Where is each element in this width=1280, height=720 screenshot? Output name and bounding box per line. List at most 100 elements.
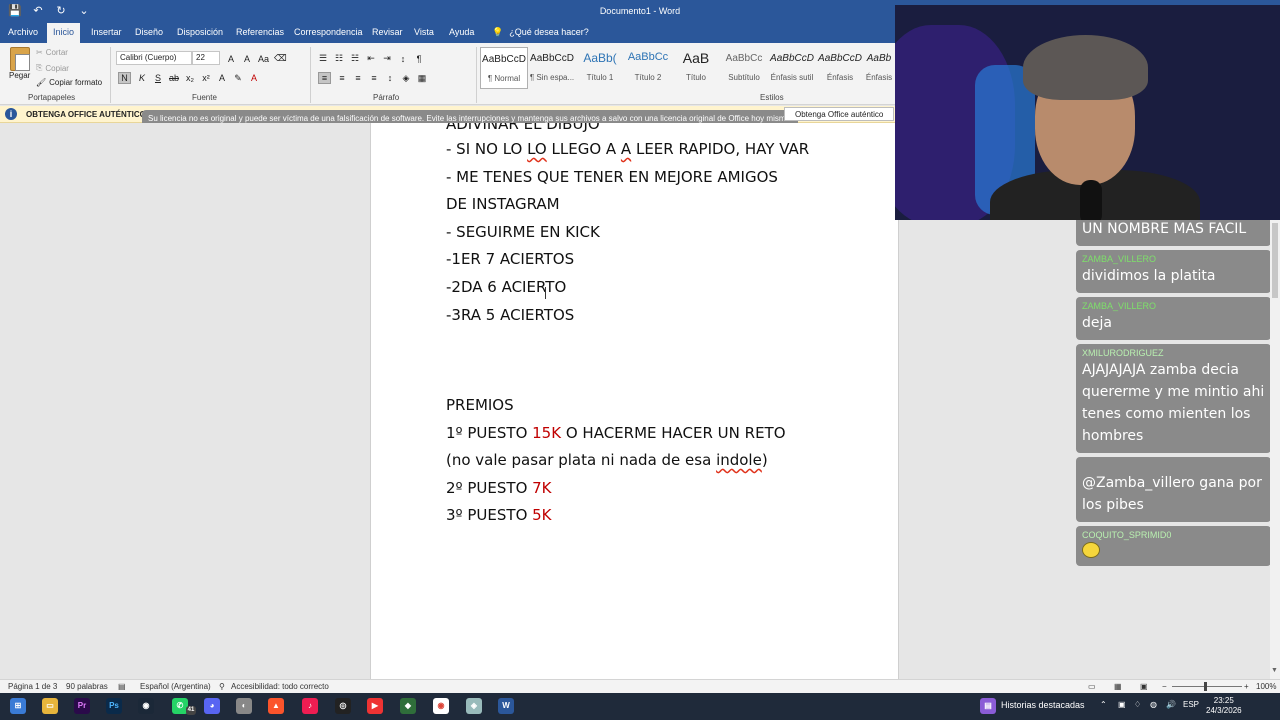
- discord-icon[interactable]: ◕: [204, 698, 220, 714]
- brave-icon[interactable]: ▲: [268, 698, 284, 714]
- shading-icon[interactable]: ◈: [401, 73, 411, 84]
- tab-referencias[interactable]: Referencias: [236, 27, 284, 37]
- zoom-slider-thumb[interactable]: [1204, 682, 1207, 691]
- tray-chevron-icon[interactable]: ⌃: [1100, 700, 1107, 709]
- system-clock[interactable]: 23:25 24/3/2026: [1206, 696, 1242, 716]
- font-color-icon[interactable]: A: [249, 73, 259, 83]
- chrome-icon[interactable]: ◉: [433, 698, 449, 714]
- tab-ayuda[interactable]: Ayuda: [449, 27, 474, 37]
- change-case-icon[interactable]: Aa: [258, 54, 269, 64]
- grow-font-icon[interactable]: A: [226, 54, 236, 64]
- word-count[interactable]: 90 palabras: [66, 682, 108, 691]
- tab-disposicion[interactable]: Disposición: [177, 27, 223, 37]
- print-layout-icon[interactable]: ▦: [1114, 682, 1122, 691]
- justify-icon[interactable]: ≡: [369, 73, 379, 83]
- news-icon[interactable]: ▤: [980, 698, 996, 714]
- bold-icon[interactable]: N: [118, 72, 131, 84]
- underline-icon[interactable]: S: [153, 73, 163, 83]
- style-intense-emphasis[interactable]: AaBb Énfasis: [864, 47, 894, 89]
- copy-button[interactable]: ⎘ Copiar: [36, 63, 69, 73]
- style-name: Título: [685, 73, 706, 82]
- subscript-icon[interactable]: x₂: [185, 73, 195, 83]
- style-subtitle[interactable]: AaBbCc Subtítulo: [720, 47, 768, 89]
- cut-button[interactable]: ✂ Cortar: [36, 48, 68, 57]
- scroll-down-icon[interactable]: ▼: [1271, 667, 1278, 674]
- document-page[interactable]: ADIVINAR EL DIBUJO - SI NO LO LO LLEGO A…: [370, 123, 899, 679]
- bullets-icon[interactable]: ☰: [318, 53, 328, 64]
- borders-icon[interactable]: ▦: [417, 73, 427, 84]
- news-label[interactable]: Historias destacadas: [1001, 700, 1085, 710]
- steam-icon[interactable]: ◉: [138, 698, 154, 714]
- style-normal[interactable]: AaBbCcD ¶ Normal: [480, 47, 528, 89]
- obs-icon[interactable]: ◎: [335, 698, 351, 714]
- mic-tray-icon[interactable]: ♢: [1134, 700, 1141, 709]
- photoshop-icon[interactable]: Ps: [106, 698, 122, 714]
- file-explorer-icon[interactable]: ▭: [42, 698, 58, 714]
- chat-username: ZAMBA_VILLERO: [1082, 301, 1157, 311]
- text-effects-icon[interactable]: A: [217, 73, 227, 83]
- style-subtle-emphasis[interactable]: AaBbCcD Énfasis sutil: [768, 47, 816, 89]
- zoom-out-icon[interactable]: −: [1162, 682, 1167, 691]
- strikethrough-icon[interactable]: ab: [169, 73, 179, 83]
- align-left-icon[interactable]: ≡: [318, 72, 331, 84]
- word-icon[interactable]: W: [498, 698, 514, 714]
- font-size-select[interactable]: 22: [192, 51, 220, 65]
- format-painter-button[interactable]: 🖌 Copiar formato: [36, 78, 102, 87]
- tab-correspondencia[interactable]: Correspondencia: [294, 27, 363, 37]
- accessibility-status[interactable]: Accesibilidad: todo correcto: [231, 682, 329, 691]
- sort-icon[interactable]: ↕: [398, 54, 408, 64]
- style-preview: AaBbCc: [627, 51, 669, 63]
- align-center-icon[interactable]: ≡: [337, 73, 347, 83]
- paste-icon[interactable]: [10, 47, 30, 71]
- superscript-icon[interactable]: x²: [201, 73, 211, 83]
- show-marks-icon[interactable]: ¶: [414, 54, 424, 64]
- tab-vista[interactable]: Vista: [414, 27, 434, 37]
- input-language[interactable]: ESP: [1183, 700, 1199, 709]
- highlight-icon[interactable]: ✎: [233, 73, 243, 84]
- tab-archivo[interactable]: Archivo: [8, 27, 38, 37]
- start-icon[interactable]: ⊞: [10, 698, 26, 714]
- clear-format-icon[interactable]: ⌫: [274, 53, 287, 64]
- network-icon[interactable]: ◍: [1150, 700, 1157, 709]
- web-layout-icon[interactable]: ▣: [1140, 682, 1148, 691]
- language-indicator[interactable]: Español (Argentina): [140, 682, 211, 691]
- align-right-icon[interactable]: ≡: [353, 73, 363, 83]
- line-spacing-icon[interactable]: ↕: [385, 73, 395, 83]
- style-no-spacing[interactable]: AaBbCcD ¶ Sin espa...: [528, 47, 576, 89]
- app-icon[interactable]: ◐: [236, 698, 252, 714]
- read-mode-icon[interactable]: ▭: [1088, 682, 1096, 691]
- zoom-slider[interactable]: [1172, 686, 1242, 687]
- style-emphasis[interactable]: AaBbCcD Énfasis: [816, 47, 864, 89]
- tiktok-icon[interactable]: ♪: [302, 698, 318, 714]
- scrollbar-thumb[interactable]: [1272, 223, 1278, 298]
- zoom-level[interactable]: 100%: [1256, 682, 1276, 691]
- tray-app-icon[interactable]: ▣: [1118, 700, 1126, 709]
- multilevel-icon[interactable]: ☵: [350, 53, 360, 64]
- premiere-icon[interactable]: Pr: [74, 698, 90, 714]
- tab-revisar[interactable]: Revisar: [372, 27, 403, 37]
- style-heading-2[interactable]: AaBbCc Título 2: [624, 47, 672, 89]
- style-title[interactable]: AaB Título: [672, 47, 720, 89]
- get-office-button[interactable]: Obtenga Office auténtico: [784, 107, 895, 121]
- group-label-paragraph: Párrafo: [373, 93, 400, 102]
- app-icon[interactable]: ◈: [466, 698, 482, 714]
- proofing-icon[interactable]: ▤: [118, 682, 126, 691]
- shrink-font-icon[interactable]: A: [242, 54, 252, 64]
- tab-inicio[interactable]: Inicio: [47, 23, 81, 43]
- page-count[interactable]: Página 1 de 3: [8, 682, 57, 691]
- volume-icon[interactable]: 🔊: [1166, 700, 1176, 709]
- style-name: Título 1: [586, 73, 614, 82]
- font-name-select[interactable]: Calibri (Cuerpo): [116, 51, 192, 65]
- numbering-icon[interactable]: ☷: [334, 53, 344, 64]
- zoom-in-icon[interactable]: +: [1244, 682, 1249, 691]
- tab-insertar[interactable]: Insertar: [91, 27, 122, 37]
- italic-icon[interactable]: K: [137, 73, 147, 83]
- capture-icon[interactable]: ▶: [367, 698, 383, 714]
- fl-studio-icon[interactable]: ◆: [400, 698, 416, 714]
- increase-indent-icon[interactable]: ⇥: [382, 53, 392, 64]
- paste-button-label[interactable]: Pegar: [9, 71, 30, 80]
- decrease-indent-icon[interactable]: ⇤: [366, 53, 376, 64]
- tell-me-box[interactable]: 💡 ¿Qué desea hacer?: [492, 27, 589, 38]
- style-heading-1[interactable]: AaBb(Título 1: [576, 47, 624, 89]
- tab-diseno[interactable]: Diseño: [135, 27, 163, 37]
